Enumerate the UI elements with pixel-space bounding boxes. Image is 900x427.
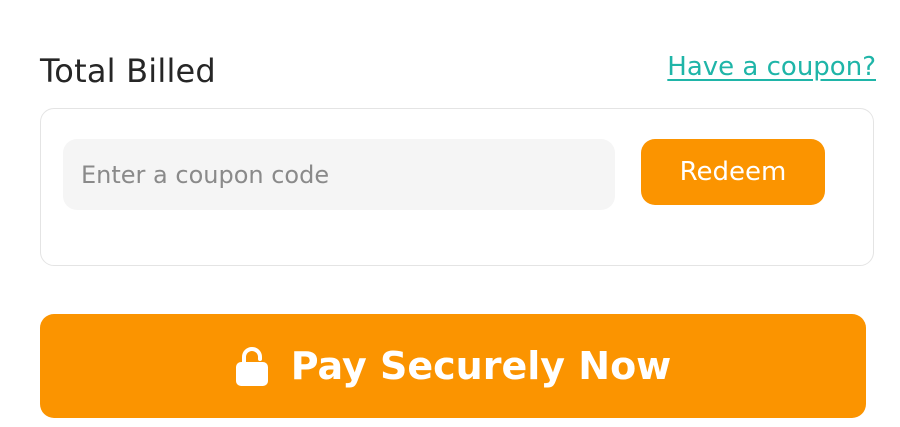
checkout-panel: Total Billed Have a coupon? Redeem Pay S… [0,0,900,427]
lock-icon [235,345,269,387]
redeem-button[interactable]: Redeem [641,139,825,205]
coupon-card: Redeem [40,108,874,266]
coupon-code-input[interactable] [63,139,615,210]
pay-button-label: Pay Securely Now [290,344,672,388]
have-coupon-link[interactable]: Have a coupon? [667,52,876,82]
page-title: Total Billed [40,52,216,90]
pay-securely-button[interactable]: Pay Securely Now [40,314,866,418]
